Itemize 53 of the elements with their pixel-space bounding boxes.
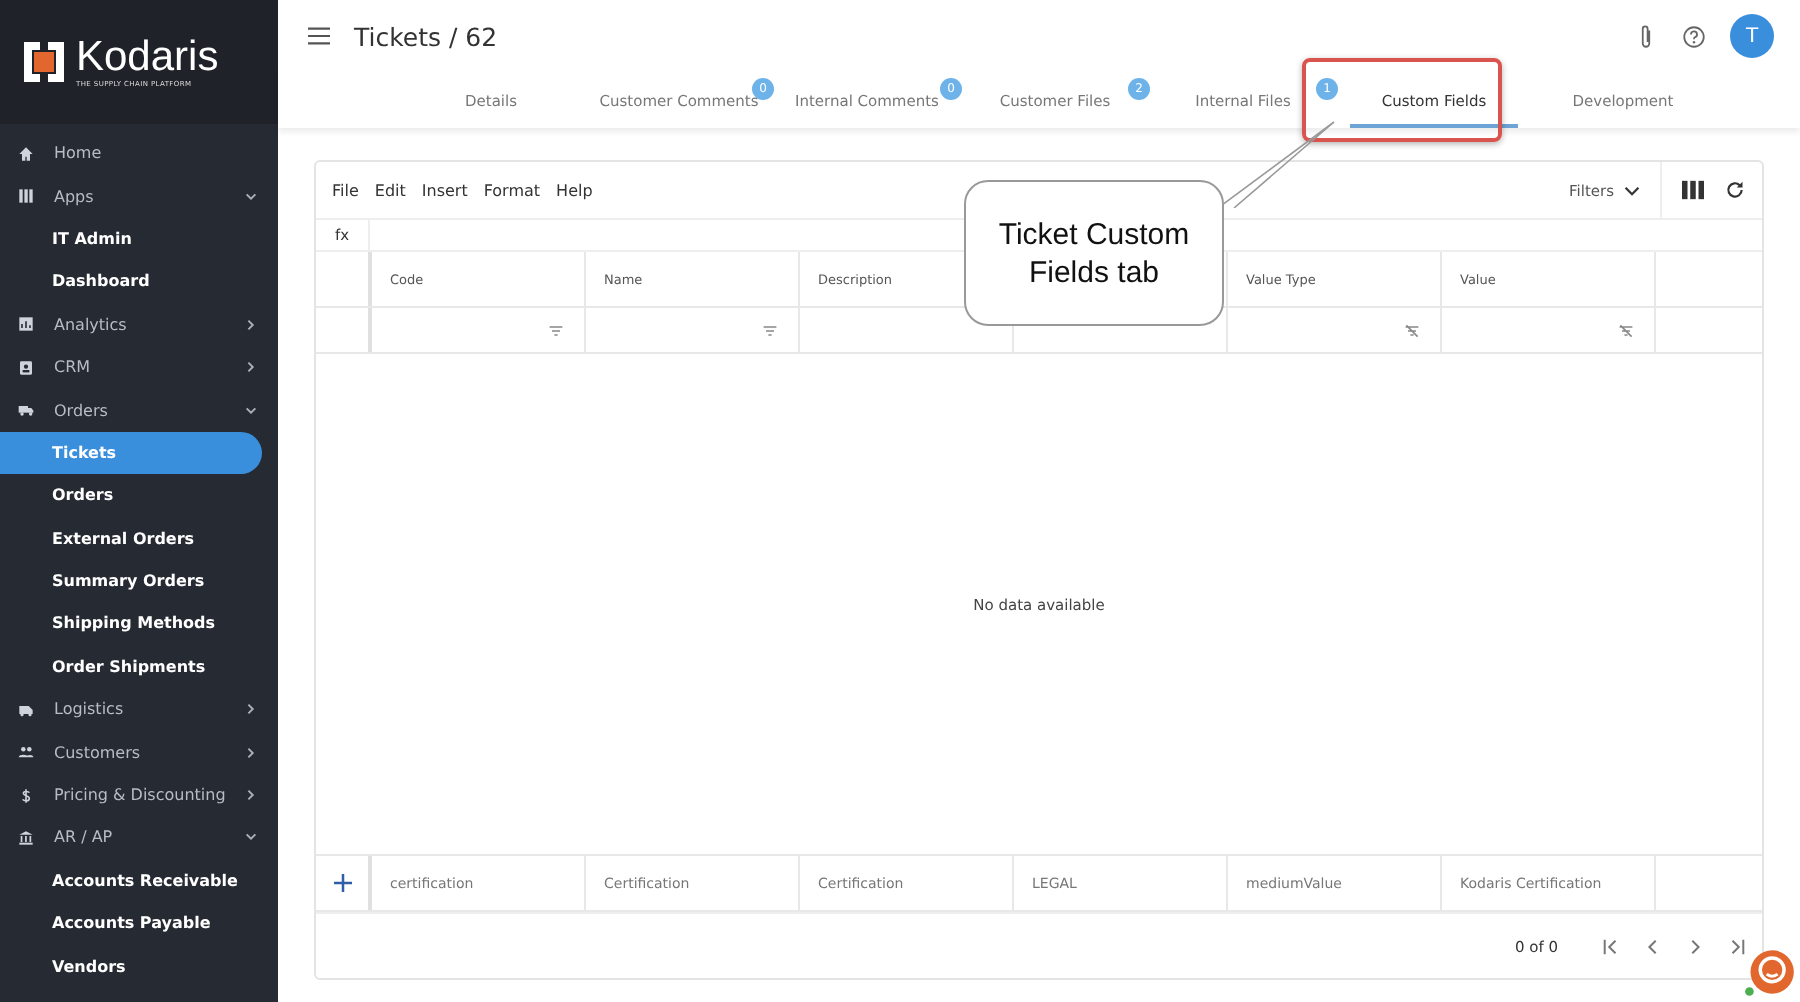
page-title: Tickets / 62 [354,21,498,51]
sidebar-subitem[interactable]: Accounts Receivable [0,859,262,903]
sidebar-item[interactable]: Orders [0,388,278,432]
chevron-down-icon [1624,185,1640,195]
sidebar-subitem[interactable]: Summary Orders [0,559,262,603]
menu-item[interactable]: Format [483,181,541,199]
sidebar-item[interactable]: Analytics [0,303,278,346]
columns-icon[interactable] [1682,180,1704,200]
sidebar-subitem[interactable]: Accounts Payable [0,902,262,945]
dollar-icon [18,787,34,804]
last-page-icon[interactable] [1728,937,1746,955]
filter-icon[interactable] [762,323,778,337]
callout: Ticket Custom Fields tab [964,180,1224,326]
sidebar-subitem[interactable]: Vendors [0,944,262,988]
grid-icon [18,188,34,205]
leader-line [1218,120,1338,208]
brand-name: Kodaris [76,36,219,80]
bank-icon [18,829,34,846]
refresh-icon[interactable] [1724,180,1746,200]
sidebar-subitem[interactable]: Order Shipments [0,645,262,689]
bus-icon [18,701,34,718]
sidebar-item[interactable]: AR / AP [0,816,278,860]
people-icon [18,744,34,761]
truck-icon [18,402,34,419]
filter-off-icon[interactable] [1404,323,1420,337]
sidebar-item[interactable]: Home [0,132,278,175]
chat-icon[interactable] [1744,946,1796,998]
menu-item[interactable]: Insert [421,181,468,199]
sidebar-item[interactable]: Customers [0,730,278,774]
sidebar-item[interactable]: Pricing & Discounting [0,773,278,817]
sidebar-subitem[interactable]: IT Admin [0,217,262,261]
sidebar-subitem[interactable]: Dashboard [0,260,262,304]
previous-page-icon[interactable] [1644,937,1662,955]
menu-item[interactable]: Help [556,181,593,199]
filter-off-icon[interactable] [1618,323,1634,337]
first-page-icon[interactable] [1602,937,1620,955]
home-icon [18,145,34,162]
sidebar-subitem[interactable]: External Orders [0,517,262,560]
sidebar-item[interactable]: CRM [0,345,278,389]
sidebar-item[interactable]: Logistics [0,688,278,731]
menu-item[interactable]: Edit [374,181,406,199]
add-icon[interactable] [333,874,351,892]
help-icon[interactable] [1682,23,1706,49]
chart-icon [18,316,34,333]
menu-item[interactable]: File [332,181,359,199]
filter-icon[interactable] [548,323,564,337]
sidebar-subitem[interactable]: Orders [0,474,262,518]
contact-icon [18,359,34,376]
menu-icon[interactable] [308,26,330,46]
sidebar-item[interactable]: Apps [0,174,278,218]
sidebar-subitem[interactable]: Shipping Methods [0,602,262,646]
next-page-icon[interactable] [1686,937,1704,955]
logo-icon [20,38,68,86]
